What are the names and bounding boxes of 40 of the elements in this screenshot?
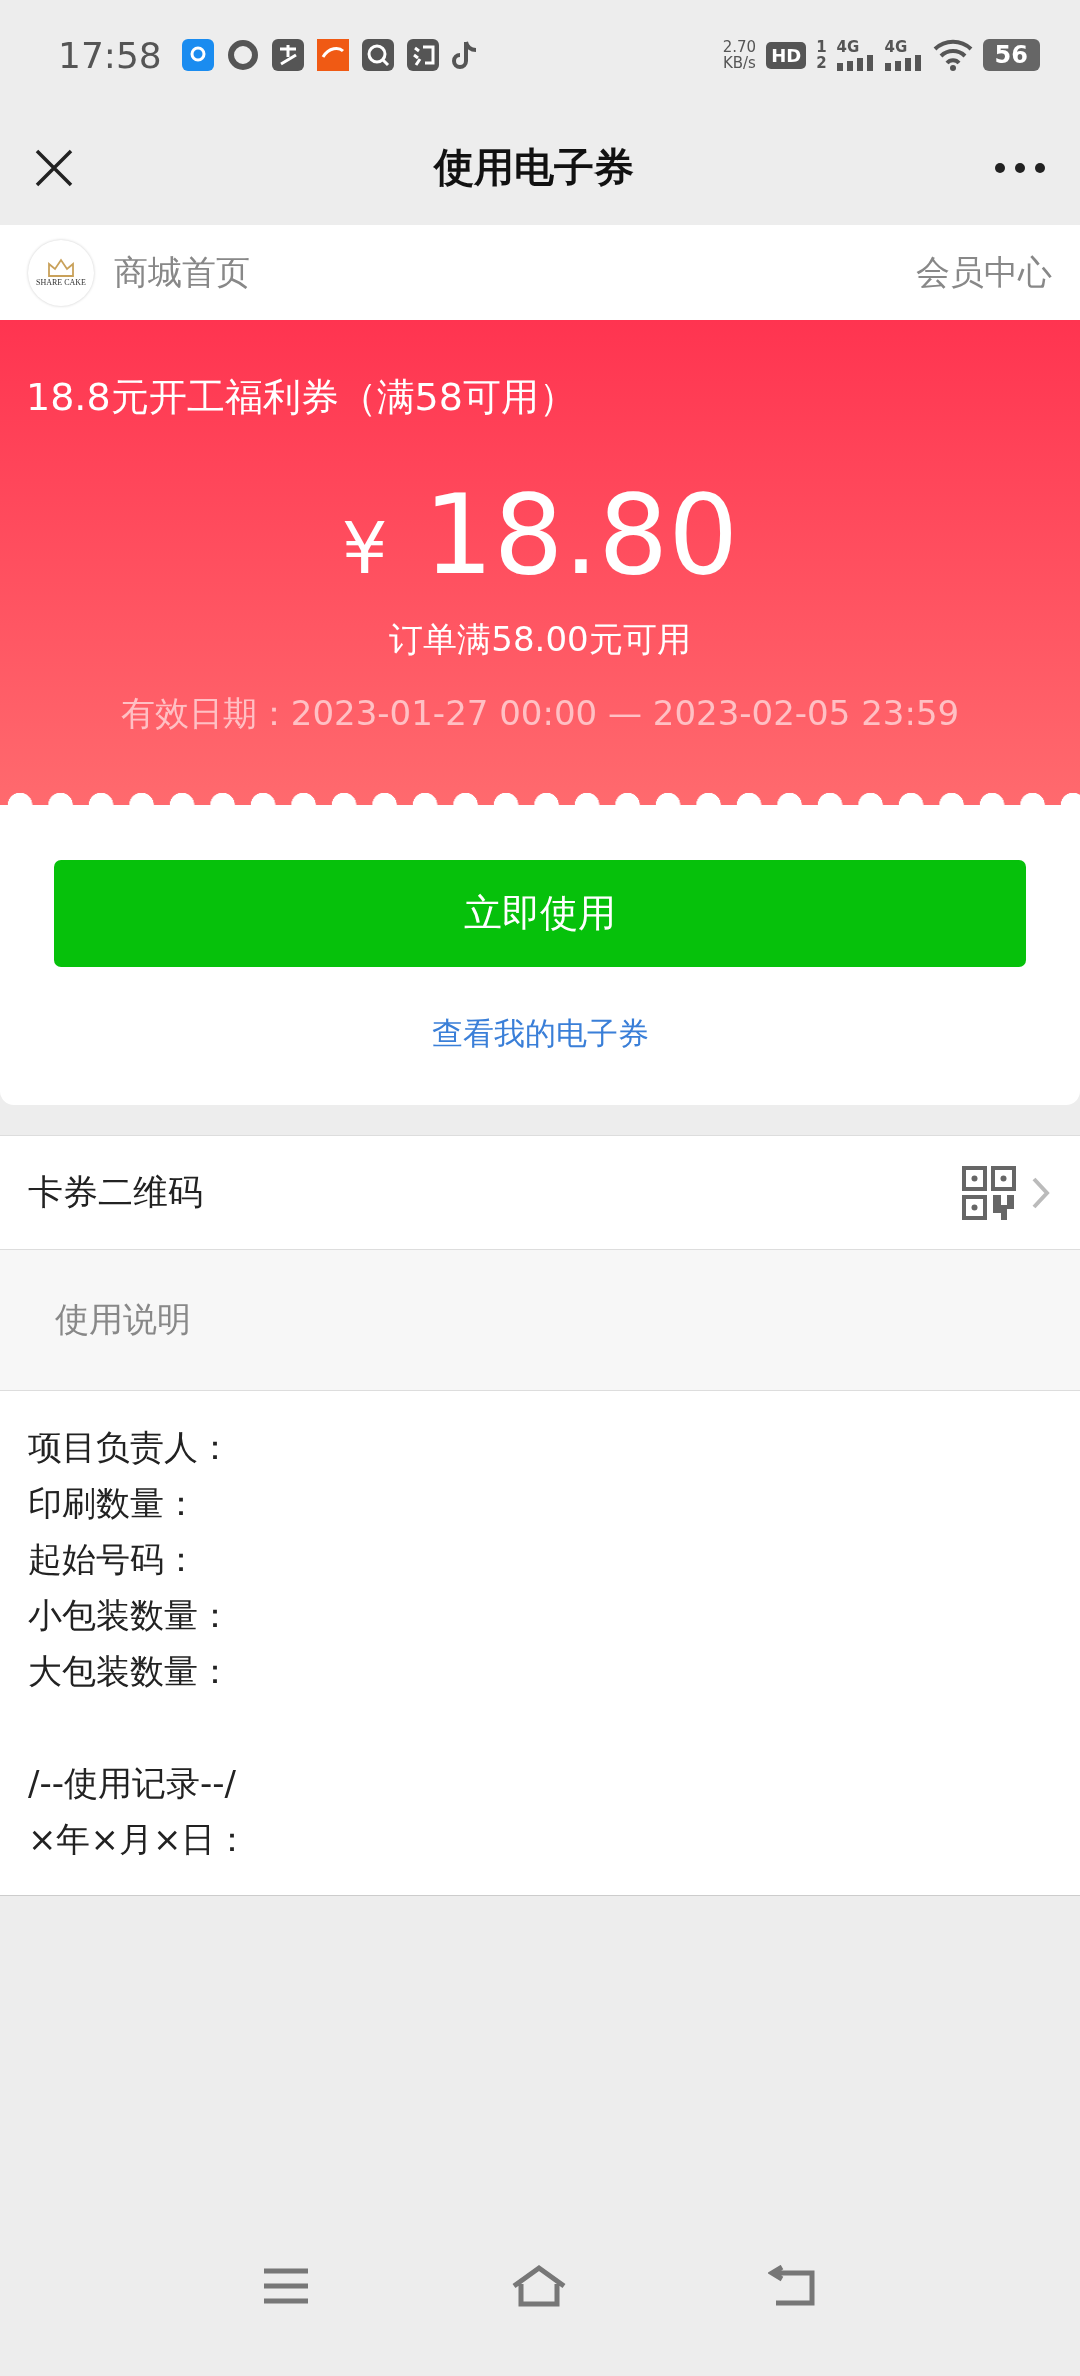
instruction-line: 印刷数量：: [28, 1482, 199, 1525]
page-title: 使用电子券: [434, 143, 634, 192]
hd-badge: HD: [766, 41, 807, 69]
battery-icon: 56: [982, 39, 1040, 71]
coupon-condition: 订单满58.00元可用: [389, 618, 691, 661]
back-icon[interactable]: [768, 2265, 818, 2307]
qr-code-icon: [962, 1165, 1016, 1220]
my-coupons-link[interactable]: 查看我的电子券: [431, 1013, 649, 1055]
menu-icon[interactable]: [262, 2267, 310, 2305]
network-speed: 2.70: [722, 39, 757, 55]
instruction-line: 项目负责人：: [28, 1426, 233, 1469]
instruction-line: 小包装数量：: [28, 1594, 233, 1637]
instruction-line: 起始号码：: [28, 1538, 199, 1581]
shop-home-link[interactable]: 商城首页: [114, 249, 250, 296]
signal-icon: [836, 55, 875, 71]
speed-unit: KB/s: [722, 55, 756, 71]
coupon-name: 18.8元开工福利券（满58可用）: [26, 374, 577, 421]
instruction-line: /--使用记录--/: [28, 1762, 237, 1805]
close-icon[interactable]: [34, 147, 74, 188]
currency-symbol: ¥: [341, 506, 388, 590]
network-type: 4G: [836, 39, 860, 55]
instruction-line: 大包装数量：: [28, 1650, 233, 1693]
section-heading: 使用说明: [55, 1298, 191, 1341]
qr-code-row[interactable]: 卡券二维码: [0, 1135, 1080, 1250]
status-time: 17:58: [58, 34, 162, 76]
use-now-button[interactable]: 立即使用: [54, 860, 1026, 967]
shop-logo: SHARE CAKE: [28, 239, 94, 306]
coupon-amount: 18.80: [423, 475, 739, 595]
sim-number: 1: [816, 39, 827, 55]
network-type: 4G: [884, 39, 908, 55]
chevron-right-icon: [1032, 1176, 1050, 1209]
more-icon[interactable]: [994, 161, 1046, 174]
signal-icon: [884, 55, 923, 71]
sim-number: 2: [816, 55, 827, 71]
wifi-icon: [932, 39, 973, 71]
instruction-line: ×年×月×日：: [28, 1818, 251, 1861]
search-icon: [361, 39, 394, 71]
home-icon[interactable]: [510, 2264, 568, 2308]
member-center-link[interactable]: 会员中心: [916, 249, 1052, 296]
coupon-validity: 有效日期：2023-01-27 00:00 — 2023-02-05 23:59: [120, 692, 960, 735]
